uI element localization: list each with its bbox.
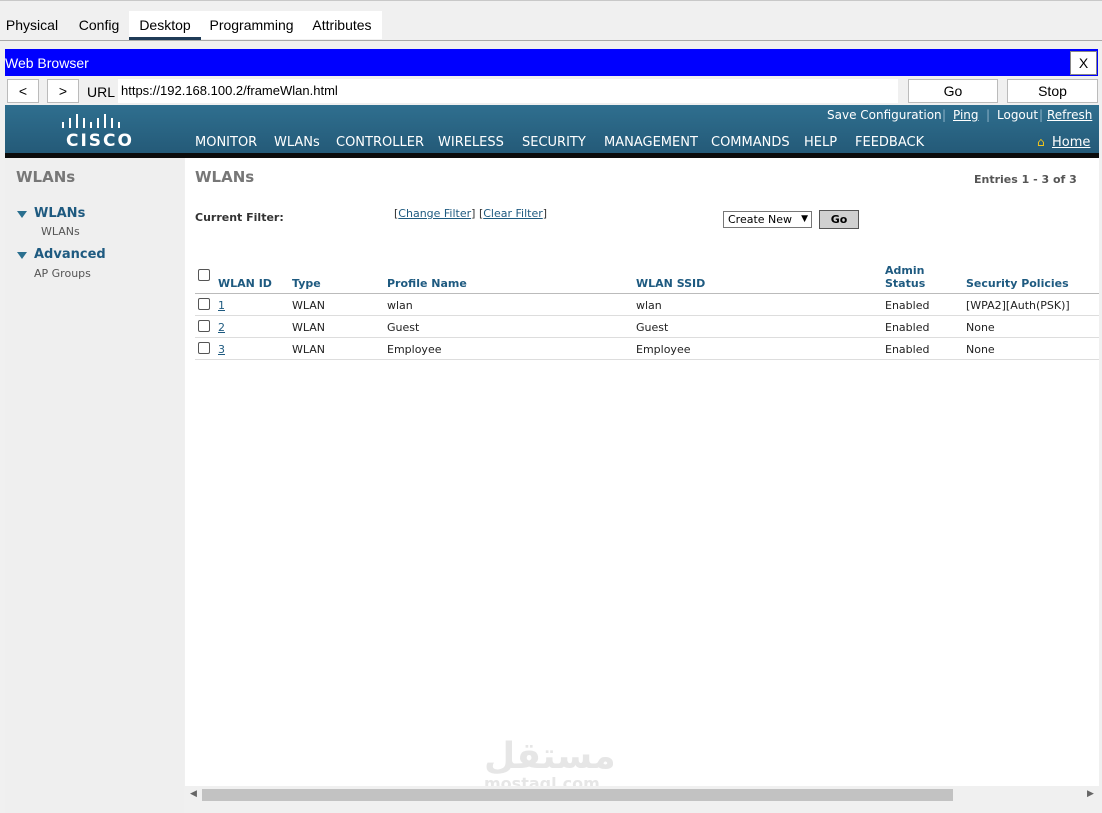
- action-select-value: Create New: [728, 213, 793, 226]
- table-cell-type: WLAN: [292, 321, 326, 334]
- change-filter-link[interactable]: Change Filter: [398, 207, 471, 220]
- refresh-link[interactable]: Refresh: [1047, 108, 1092, 122]
- nav-commands[interactable]: COMMANDS: [711, 135, 790, 150]
- nav-home[interactable]: Home: [1052, 135, 1090, 150]
- table-cell-profile: wlan: [387, 299, 413, 312]
- select-all-checkbox[interactable]: [198, 269, 210, 281]
- sidebar-group-wlans[interactable]: WLANs: [34, 206, 85, 221]
- watermark: مستقل: [484, 736, 616, 777]
- expand-triangle-icon[interactable]: [17, 252, 27, 259]
- current-filter-label: Current Filter:: [195, 211, 284, 224]
- col-security-policies: Security Policies: [966, 277, 1069, 290]
- table-cell-type: WLAN: [292, 299, 326, 312]
- home-icon: ⌂: [1037, 135, 1045, 149]
- sidebar-item-ap-groups[interactable]: AP Groups: [34, 267, 91, 280]
- sidebar-item-wlans[interactable]: WLANs: [41, 225, 80, 238]
- nav-security[interactable]: SECURITY: [522, 135, 586, 150]
- nav-monitor[interactable]: MONITOR: [195, 135, 257, 150]
- tab-config[interactable]: Config: [70, 11, 128, 39]
- table-cell-profile: Employee: [387, 343, 442, 356]
- go-button[interactable]: Go: [908, 79, 998, 103]
- tab-programming[interactable]: Programming: [201, 11, 302, 39]
- nav-feedback[interactable]: FEEDBACK: [855, 135, 924, 150]
- action-select[interactable]: Create New ▼: [723, 211, 812, 228]
- table-cell-status: Enabled: [885, 343, 930, 356]
- table-row-id[interactable]: 1: [218, 299, 225, 312]
- chevron-down-icon: ▼: [801, 214, 808, 224]
- col-wlan-id: WLAN ID: [218, 277, 272, 290]
- col-wlan-ssid: WLAN SSID: [636, 277, 706, 290]
- back-button[interactable]: <: [7, 79, 39, 103]
- table-cell-status: Enabled: [885, 299, 930, 312]
- logout-link[interactable]: Logout: [997, 108, 1038, 122]
- tab-desktop[interactable]: Desktop: [129, 11, 201, 40]
- table-cell-status: Enabled: [885, 321, 930, 334]
- stop-button[interactable]: Stop: [1007, 79, 1098, 103]
- table-cell-ssid: Employee: [636, 343, 691, 356]
- table-row-id[interactable]: 3: [218, 343, 225, 356]
- device-tabs: Physical Config Desktop Programming Attr…: [0, 0, 1102, 41]
- sidebar-group-advanced[interactable]: Advanced: [34, 247, 106, 262]
- page-title: WLANs: [195, 168, 255, 186]
- scroll-right-icon[interactable]: ▶: [1087, 789, 1094, 799]
- table-cell-security: None: [966, 321, 995, 334]
- expand-triangle-icon[interactable]: [17, 211, 27, 218]
- tab-physical[interactable]: Physical: [0, 11, 64, 39]
- clear-filter-link[interactable]: Clear Filter: [483, 207, 543, 220]
- nav-help[interactable]: HELP: [804, 135, 837, 150]
- table-cell-ssid: wlan: [636, 299, 662, 312]
- table-cell-ssid: Guest: [636, 321, 669, 334]
- row-checkbox[interactable]: [198, 320, 210, 332]
- nav-management[interactable]: MANAGEMENT: [604, 135, 698, 150]
- nav-wlans[interactable]: WLANs: [274, 135, 320, 150]
- cisco-logo: CISCO: [66, 131, 134, 151]
- table-cell-security: [WPA2][Auth(PSK)]: [966, 299, 1070, 312]
- row-checkbox[interactable]: [198, 298, 210, 310]
- tab-attributes[interactable]: Attributes: [302, 11, 382, 39]
- col-type: Type: [292, 277, 321, 290]
- browser-titlebar: [5, 49, 1098, 76]
- cisco-bridge-icon: [62, 114, 120, 128]
- row-divider: [195, 315, 1099, 316]
- sidebar-title: WLANs: [16, 168, 76, 186]
- separator: |: [1039, 108, 1044, 122]
- nav-controller[interactable]: CONTROLLER: [336, 135, 424, 150]
- forward-button[interactable]: >: [47, 79, 79, 103]
- filter-links: [Change Filter] [Clear Filter]: [394, 207, 548, 220]
- entries-count: Entries 1 - 3 of 3: [974, 173, 1077, 186]
- browser-title: Web Browser: [5, 55, 89, 71]
- table-row-id[interactable]: 2: [218, 321, 225, 334]
- url-label: URL: [87, 84, 116, 100]
- col-profile-name: Profile Name: [387, 277, 467, 290]
- ping-link[interactable]: Ping: [953, 108, 979, 122]
- row-checkbox[interactable]: [198, 342, 210, 354]
- row-divider: [195, 359, 1099, 360]
- col-status: Status: [885, 277, 926, 290]
- table-cell-security: None: [966, 343, 995, 356]
- scroll-left-icon[interactable]: ◀: [190, 789, 197, 799]
- header-divider: [195, 293, 1099, 294]
- table-cell-profile: Guest: [387, 321, 420, 334]
- url-input[interactable]: https://192.168.100.2/frameWlan.html: [118, 79, 898, 103]
- action-go-button[interactable]: Go: [819, 210, 859, 229]
- row-divider: [195, 337, 1099, 338]
- nav-wireless[interactable]: WIRELESS: [438, 135, 504, 150]
- content-area: [185, 158, 1099, 786]
- save-configuration-link[interactable]: Save Configuration: [827, 108, 942, 122]
- scrollbar-thumb[interactable]: [202, 789, 953, 801]
- close-button[interactable]: X: [1070, 51, 1097, 75]
- table-cell-type: WLAN: [292, 343, 326, 356]
- separator: |: [942, 108, 947, 122]
- separator: |: [986, 108, 991, 122]
- col-admin: Admin: [885, 264, 925, 277]
